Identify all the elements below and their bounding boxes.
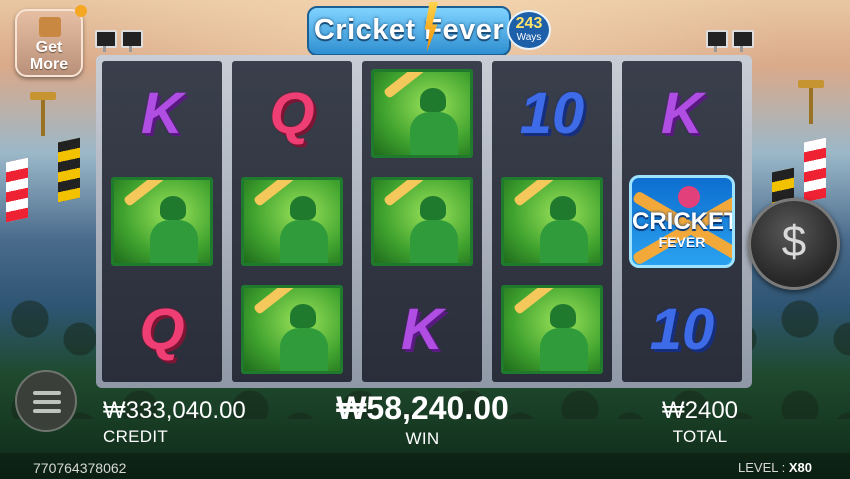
cricketer-icon [371,69,473,158]
reel-grid: K Q Q K 10 K CRICKET FEVER 10 [96,55,752,388]
level-label: LEVEL : [738,460,786,475]
credit-label: CREDIT [103,427,169,446]
symbol-q: Q [139,297,185,362]
reel-column: 10 [492,61,612,382]
cricketer-symbol [105,171,219,272]
cricketer-symbol [365,63,479,164]
symbol-ten: 10 [649,297,715,362]
wild-text-1: CRICKET [632,208,735,235]
flag-decoration [58,137,80,203]
cricketer-icon [371,177,473,266]
session-id: 770764378062 [33,460,127,476]
get-more-line1: Get [35,39,63,56]
total-label: TOTAL [672,427,728,446]
menu-icon-bar [33,391,61,395]
get-more-line2: More [29,56,69,73]
flag-decoration [6,157,28,223]
symbol-ten: 10 [519,81,585,146]
symbol-k: K [661,81,703,146]
cricketer-icon [241,285,343,374]
menu-icon-bar [33,400,61,404]
game-title: Cricket Fever [307,6,511,56]
menu-button[interactable] [15,370,77,432]
floodlight-tower [30,92,56,136]
wild-symbol: CRICKET FEVER [625,171,739,272]
reel-column: K CRICKET FEVER 10 [622,61,742,382]
footer-bar [0,453,850,479]
reel-column: KQ [102,61,222,382]
cricketer-icon [501,285,603,374]
win-label: WIN [405,429,440,448]
ways-number: 243 [515,15,543,32]
stadium-light-icon [706,30,728,52]
menu-icon-bar [33,409,61,413]
cricketer-symbol [365,171,479,272]
wild-icon: CRICKET FEVER [629,175,735,268]
cricketer-symbol [495,171,609,272]
symbol-q: Q [269,81,315,146]
win-display: ₩58,240.00 WIN [320,390,525,449]
notification-dot [75,5,87,17]
cricketer-symbol [235,279,349,380]
floodlight-tower [798,80,824,124]
symbol-k: K [141,81,183,146]
ways-label: Ways [516,32,542,43]
cricketer-icon [241,177,343,266]
cricketer-symbol [235,171,349,272]
gift-icon [39,17,61,37]
credit-value: ₩333,040.00 [103,397,246,424]
level-indicator: LEVEL : X80 [738,460,812,475]
level-value: X80 [788,460,812,475]
credit-display: ₩333,040.00 CREDIT [103,397,253,447]
stadium-light-icon [732,30,754,52]
total-value: ₩2400 [661,397,739,424]
flag-decoration [804,137,826,203]
cricketer-icon [501,177,603,266]
stadium-light-icon [95,30,117,52]
stadium-light-icon [121,30,143,52]
cricketer-icon [111,177,213,266]
symbol-k: K [401,297,443,362]
cricketer-symbol [495,279,609,380]
game-logo: Cricket Fever 243 Ways [307,2,551,56]
reel-column: K [362,61,482,382]
spin-button[interactable]: $ [748,198,840,290]
wild-text-2: FEVER [658,234,706,250]
ways-badge: 243 Ways [507,10,551,50]
reel-column: Q [232,61,352,382]
win-value: ₩58,240.00 [336,390,509,426]
dollar-icon: $ [781,217,807,266]
get-more-button[interactable]: Get More [15,5,87,77]
total-bet-display[interactable]: ₩2400 TOTAL [650,397,750,447]
